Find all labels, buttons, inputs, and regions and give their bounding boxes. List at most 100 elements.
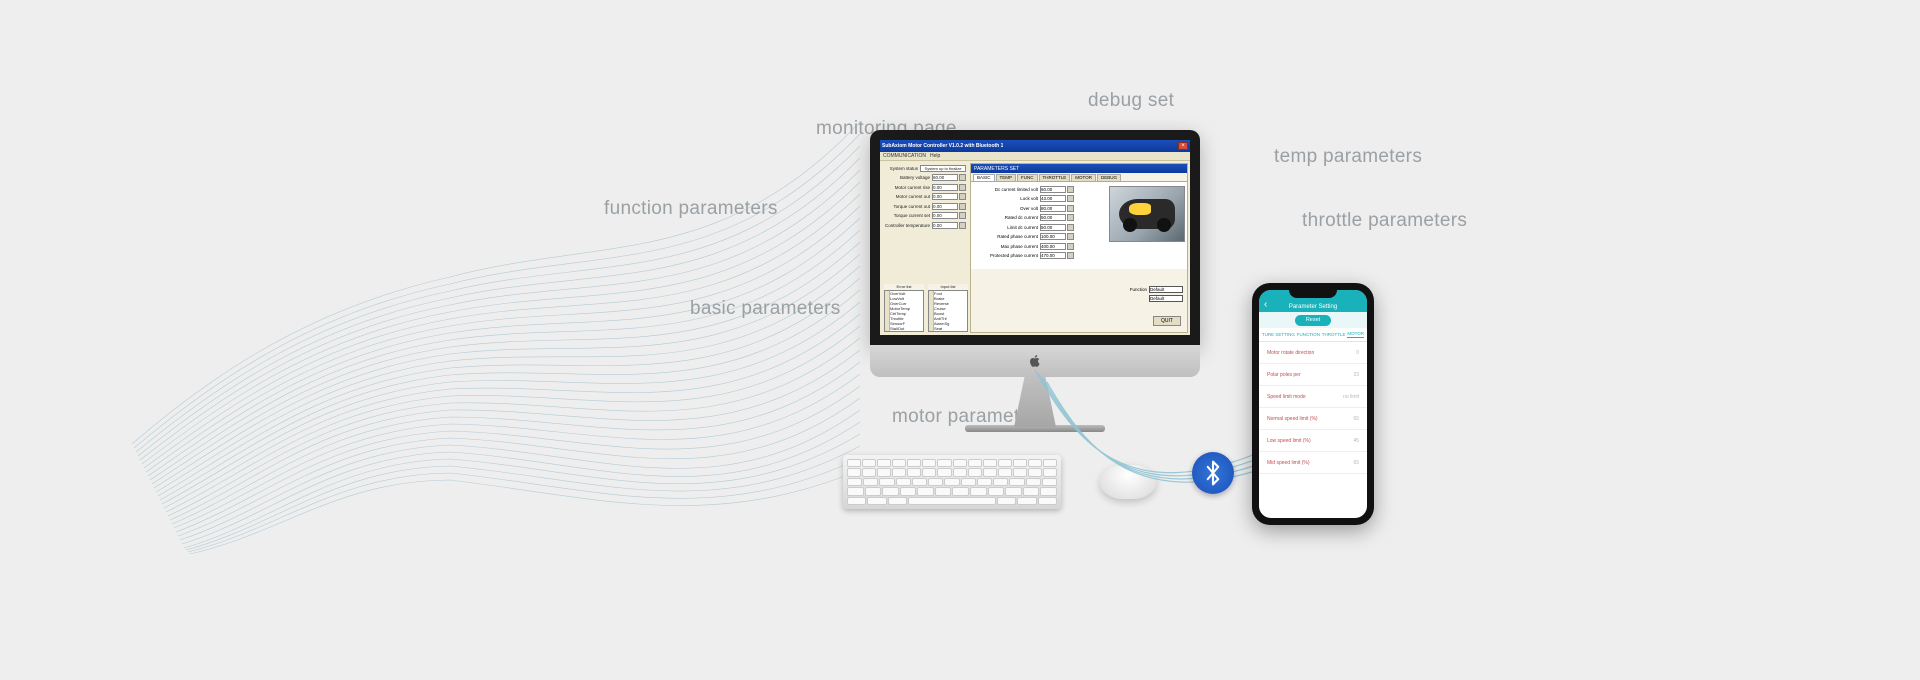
function-label: Function — [1113, 287, 1149, 292]
setting-value: no limit — [1343, 394, 1359, 400]
label-function-parameters: function parameters — [604, 198, 778, 220]
error-list: Error list OverVolt LowVolt OverCurr Mot… — [884, 284, 924, 332]
stepper-icon[interactable] — [1067, 224, 1074, 231]
field-input[interactable]: 80.00 — [1040, 205, 1066, 212]
setting-label: Mid speed limit (%) — [1267, 460, 1310, 466]
reset-button[interactable]: Reset — [1295, 315, 1331, 326]
tab-func[interactable]: FUNC — [1017, 174, 1038, 181]
setting-label: Normal speed limit (%) — [1267, 416, 1318, 422]
label-basic-parameters: basic parameters — [690, 298, 841, 320]
mobile-tab-function[interactable]: FUNCTION — [1297, 332, 1320, 337]
setting-value: 0 — [1356, 350, 1359, 356]
setting-row-low-speed-limit[interactable]: Low speed limit (%)45 — [1259, 430, 1367, 452]
setting-row-polar-poles[interactable]: Polar poles per 23 — [1259, 364, 1367, 386]
field-input[interactable]: 50.00 — [1040, 214, 1066, 221]
chevron-down-icon[interactable] — [959, 193, 966, 200]
stepper-icon[interactable] — [1067, 243, 1074, 250]
setting-row-mid-speed-limit[interactable]: Mid speed limit (%) 65 — [1259, 452, 1367, 474]
stepper-icon[interactable] — [1067, 214, 1074, 221]
mobile-screen: ‹ Parameter Setting Reset TURE SETTING F… — [1259, 290, 1367, 518]
field-input[interactable]: 50.00 — [1040, 224, 1066, 231]
menu-communication[interactable]: COMMUNICATION — [883, 153, 926, 159]
tab-basic[interactable]: BASIC — [973, 174, 995, 181]
mobile-tab-setting[interactable]: TURE SETTING — [1262, 332, 1295, 337]
stepper-icon[interactable] — [1067, 252, 1074, 259]
label-throttle-parameters: throttle parameters — [1302, 210, 1467, 232]
function-select: FunctionDefault Default — [1113, 284, 1183, 302]
iphone-notch — [1289, 290, 1337, 298]
mobile-tabs: TURE SETTING FUNCTION THROTTLE MOTOR — [1259, 328, 1367, 342]
imac-device: SubAxiom Motor Controller V1.0.2 with Bl… — [870, 130, 1200, 432]
tab-debug[interactable]: DEBUG — [1097, 174, 1121, 181]
field-label: Torque current set — [882, 213, 932, 218]
chevron-down-icon[interactable] — [959, 174, 966, 181]
mobile-header-title: Parameter Setting — [1259, 304, 1367, 310]
mobile-tab-motor[interactable]: MOTOR — [1347, 331, 1364, 338]
tab-throttle[interactable]: THROTTLE — [1039, 174, 1071, 181]
setting-value: 65 — [1353, 460, 1359, 466]
keyboard — [843, 455, 1061, 509]
monitoring-panel: System status System up to finalize Batt… — [880, 161, 968, 335]
field-input: 0.00 — [932, 193, 958, 200]
field-label: Dc current limited volt — [974, 187, 1040, 192]
field-label: Max phase current — [974, 244, 1040, 249]
setting-value: 23 — [1353, 372, 1359, 378]
field-input[interactable]: 100.00 — [1040, 233, 1066, 240]
battery-voltage-value: 60.00 — [932, 174, 958, 181]
parameters-header: PARAMETERS SET — [971, 164, 1187, 173]
setting-row-rotate-direction[interactable]: Motor rotate direction0 — [1259, 342, 1367, 364]
chevron-down-icon[interactable] — [959, 184, 966, 191]
field-label: Motor current out — [882, 194, 932, 199]
quit-button[interactable]: QUIT — [1153, 316, 1181, 326]
field-input: 0.00 — [932, 203, 958, 210]
stepper-icon[interactable] — [1067, 186, 1074, 193]
field-input: 0.00 — [932, 212, 958, 219]
tab-temp[interactable]: TEMP — [996, 174, 1017, 181]
system-status-value: System up to finalize — [920, 165, 966, 172]
field-input: 0.00 — [932, 184, 958, 191]
imac-bezel: SubAxiom Motor Controller V1.0.2 with Bl… — [870, 130, 1200, 345]
tab-motor[interactable]: MOTOR — [1071, 174, 1096, 181]
bluetooth-icon — [1192, 452, 1234, 494]
window-titlebar: SubAxiom Motor Controller V1.0.2 with Bl… — [880, 140, 1190, 152]
field-battery-voltage: Battery voltage 60.00 — [882, 174, 966, 182]
field-input[interactable]: 43.00 — [1040, 195, 1066, 202]
field-label: Over volt — [974, 206, 1040, 211]
field-input[interactable]: 400.00 — [1040, 243, 1066, 250]
parameters-panel: PARAMETERS SET BASIC TEMP FUNC THROTTLE … — [970, 163, 1188, 333]
chevron-down-icon[interactable] — [959, 222, 966, 229]
stepper-icon[interactable] — [1067, 205, 1074, 212]
close-icon[interactable]: × — [1178, 142, 1188, 150]
field-input[interactable]: 470.00 — [1040, 252, 1066, 259]
mobile-setting-list: Motor rotate direction0 Polar poles per 2… — [1259, 342, 1367, 474]
setting-row-normal-speed-limit[interactable]: Normal speed limit (%)65 — [1259, 408, 1367, 430]
function-dropdown[interactable]: Default — [1149, 286, 1183, 293]
setting-label: Low speed limit (%) — [1267, 438, 1311, 444]
label-debug-set: debug set — [1088, 90, 1174, 112]
apple-logo-icon — [1028, 354, 1042, 368]
field-label: Lock volt — [974, 196, 1040, 201]
field-label: Rated phase current — [974, 234, 1040, 239]
wave-art — [120, 60, 880, 600]
field-label: System status — [882, 166, 920, 171]
window-menubar: COMMUNICATION Help — [880, 152, 1190, 161]
stepper-icon[interactable] — [1067, 195, 1074, 202]
window-body: System status System up to finalize Batt… — [880, 161, 1190, 335]
field-label: Motor current rise — [882, 185, 932, 190]
chevron-down-icon[interactable] — [959, 212, 966, 219]
field-input: 0.00 — [932, 222, 958, 229]
list-item: StallOut — [890, 326, 904, 331]
reset-bar: Reset — [1259, 312, 1367, 328]
mobile-tab-throttle[interactable]: THROTTLE — [1322, 332, 1346, 337]
imac-stand — [1000, 377, 1070, 427]
chevron-down-icon[interactable] — [959, 203, 966, 210]
iphone-device: ‹ Parameter Setting Reset TURE SETTING F… — [1252, 283, 1374, 525]
menu-help[interactable]: Help — [930, 153, 940, 159]
vehicle-image — [1109, 186, 1185, 242]
field-input[interactable]: 60.00 — [1040, 186, 1066, 193]
setting-label: Polar poles per — [1267, 372, 1301, 378]
function-dropdown-2[interactable]: Default — [1149, 295, 1183, 302]
setting-row-speed-limit-mode[interactable]: Speed limit modeno limit — [1259, 386, 1367, 408]
input-list: Input list Foot Brake Reverse Cruise Boo… — [928, 284, 968, 332]
stepper-icon[interactable] — [1067, 233, 1074, 240]
